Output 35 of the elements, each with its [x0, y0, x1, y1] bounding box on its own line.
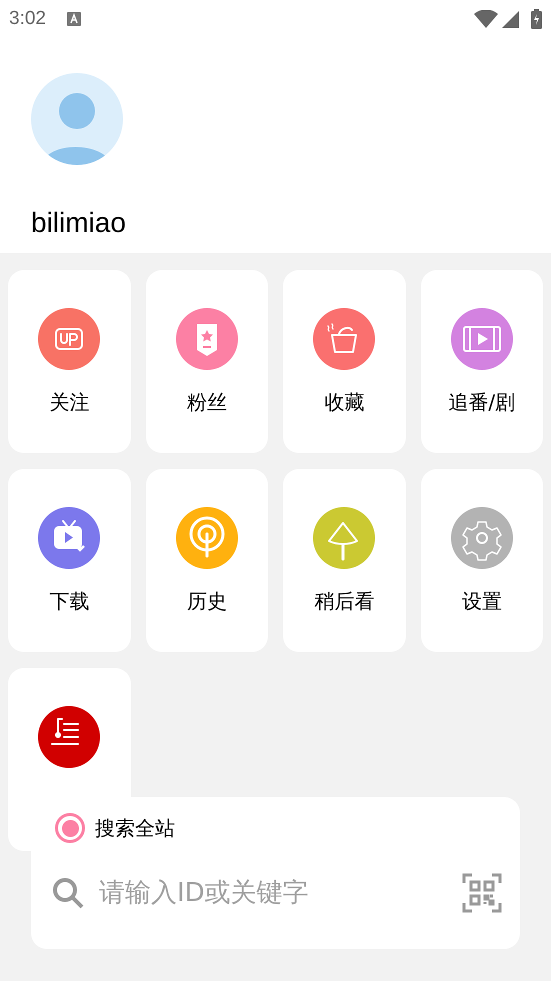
menu-label: 关注: [49, 389, 90, 415]
search-field[interactable]: 请输入ID或关键字: [99, 874, 462, 912]
menu-card[interactable]: 历史: [146, 469, 268, 652]
menu-card[interactable]: 追番/剧: [420, 270, 543, 453]
menu-label: 历史: [186, 588, 227, 614]
menu-card[interactable]: 关注: [8, 270, 130, 453]
menu-card[interactable]: 设置: [420, 469, 543, 652]
username: bilimiao: [31, 206, 126, 240]
menu-label: 粉丝: [186, 389, 227, 415]
menu-label: 下载: [49, 588, 90, 614]
menu-card[interactable]: 粉丝: [146, 270, 268, 453]
menu-card[interactable]: 稍后看: [283, 469, 406, 652]
menu-card[interactable]: 收藏: [283, 270, 406, 453]
popsicle-icon: [328, 522, 358, 560]
menu-label: 设置: [462, 588, 502, 614]
menu-label: 追番/剧: [448, 389, 516, 415]
battery-icon: [531, 9, 542, 29]
lollipop-icon: [189, 516, 224, 558]
wifi-icon: [474, 10, 498, 28]
status-time: 3:02: [9, 6, 46, 31]
menu-label: 稍后看: [314, 588, 374, 614]
signal-icon: [502, 10, 519, 28]
menu-card[interactable]: 下载: [8, 469, 130, 652]
search-icon: [51, 876, 85, 910]
film-icon: [462, 326, 501, 352]
up-icon: [55, 328, 84, 350]
scope-radio[interactable]: [55, 813, 85, 843]
settings-icon: [462, 521, 502, 561]
menu-label: 收藏: [324, 389, 364, 415]
scope-label: 搜索全站: [95, 815, 175, 842]
qr-scan-icon[interactable]: [462, 873, 502, 913]
tv-icon: [54, 520, 86, 552]
lyrics-icon: [51, 718, 80, 745]
bowl-icon: [328, 323, 358, 353]
keyboard-icon: [66, 12, 81, 26]
